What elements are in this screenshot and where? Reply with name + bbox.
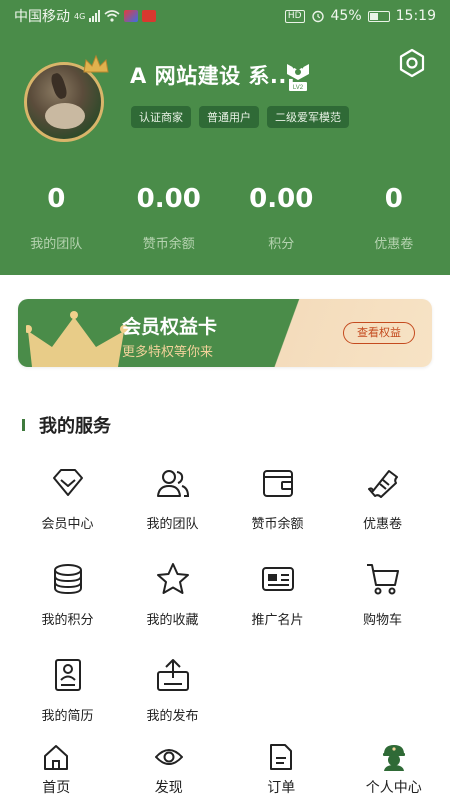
stat-value: 0 <box>384 184 403 214</box>
soldier-icon <box>382 745 405 771</box>
service-label: 推广名片 <box>251 613 304 628</box>
stat-label: 赞币余额 <box>142 237 195 252</box>
settings-gear-icon[interactable] <box>397 48 427 78</box>
services-section-title: 我的服务 <box>22 412 111 438</box>
stat-value: 0.00 <box>136 184 201 214</box>
eye-icon <box>154 749 183 765</box>
tab-profile[interactable]: 个人中心 <box>338 740 450 800</box>
card-title: 会员权益卡 <box>122 316 218 338</box>
service-coin-balance[interactable]: 赞币余额 <box>225 465 330 561</box>
view-benefits-button[interactable]: 查看权益 <box>343 322 415 344</box>
resume-icon <box>54 659 81 691</box>
diamond-icon <box>52 469 83 496</box>
news-app-icon <box>142 10 157 22</box>
tab-orders[interactable]: 订单 <box>225 740 338 800</box>
section-title-text: 我的服务 <box>39 416 111 437</box>
cart-icon <box>366 564 399 595</box>
service-label: 我的团队 <box>146 517 199 532</box>
signal-icon <box>89 10 101 22</box>
upload-icon <box>156 659 189 691</box>
stat-label: 我的团队 <box>30 237 83 252</box>
title-accent-bar <box>22 419 25 431</box>
card-icon <box>261 567 294 591</box>
ticket-icon <box>367 470 398 498</box>
level-badge-icon: LV2 <box>287 63 309 91</box>
wifi-icon <box>104 10 120 22</box>
services-grid: 会员中心 我的团队 赞币余额 优惠卷 我的积分 我的收藏 推广名片 购物车 我的… <box>15 465 435 753</box>
tab-label: 首页 <box>42 780 71 796</box>
tab-home[interactable]: 首页 <box>0 740 113 800</box>
service-my-points[interactable]: 我的积分 <box>15 561 120 657</box>
network-type: 4G <box>74 12 86 21</box>
service-label: 赞币余额 <box>251 517 304 532</box>
tag-model-level2: 二级爱军模范 <box>267 106 349 128</box>
username: A 网站建设 系... <box>130 64 296 88</box>
service-my-favorites[interactable]: 我的收藏 <box>120 561 225 657</box>
tab-label: 个人中心 <box>365 780 422 796</box>
service-label: 我的简历 <box>41 709 94 724</box>
stat-value: 0 <box>47 184 66 214</box>
level-label: LV2 <box>293 85 304 91</box>
stat-value: 0.00 <box>249 184 314 214</box>
service-my-posts[interactable]: 我的发布 <box>120 657 225 753</box>
battery-icon <box>367 10 390 22</box>
home-icon <box>44 745 69 770</box>
tab-discover[interactable]: 发现 <box>113 740 226 800</box>
users-icon <box>156 470 189 497</box>
member-benefits-card[interactable]: 会员权益卡 更多特权等你来 查看权益 <box>18 299 432 367</box>
hd-indicator: HD <box>284 9 305 23</box>
profile-tags: 认证商家 普通用户 二级爱军模范 <box>131 106 349 128</box>
avatar[interactable] <box>24 54 109 146</box>
service-label: 优惠卷 <box>362 517 402 532</box>
tag-regular-user: 普通用户 <box>199 106 259 128</box>
tag-certified-merchant: 认证商家 <box>131 106 191 128</box>
avatar-image <box>24 62 104 142</box>
service-label: 我的收藏 <box>146 613 199 628</box>
carrier-label: 中国移动 <box>14 9 70 25</box>
status-bar: 中国移动 4G HD 45% 15:19 <box>0 0 450 32</box>
service-coupons[interactable]: 优惠卷 <box>330 465 435 561</box>
service-promo-card[interactable]: 推广名片 <box>225 561 330 657</box>
tab-label: 发现 <box>154 780 183 796</box>
stat-label: 优惠卷 <box>374 237 414 252</box>
crown-icon <box>26 311 128 367</box>
service-shopping-cart[interactable]: 购物车 <box>330 561 435 657</box>
clock: 15:19 <box>395 8 436 24</box>
tab-label: 订单 <box>267 780 296 796</box>
service-label: 购物车 <box>362 613 402 628</box>
service-label: 会员中心 <box>41 517 94 532</box>
stat-my-team[interactable]: 0 我的团队 <box>0 184 113 252</box>
stat-coin-balance[interactable]: 0.00 赞币余额 <box>113 184 226 252</box>
stat-points[interactable]: 0.00 积分 <box>225 184 338 252</box>
service-label: 我的发布 <box>146 709 199 724</box>
battery-percent: 45% <box>330 8 362 24</box>
star-icon <box>156 563 189 594</box>
service-my-team[interactable]: 我的团队 <box>120 465 225 561</box>
service-label: 我的积分 <box>41 613 94 628</box>
coins-icon <box>53 564 82 595</box>
stats-row: 0 我的团队 0.00 赞币余额 0.00 积分 0 优惠卷 <box>0 184 450 252</box>
stat-coupons[interactable]: 0 优惠卷 <box>338 184 450 252</box>
crown-icon <box>83 54 109 73</box>
alarm-icon <box>311 10 324 23</box>
document-icon <box>270 744 293 770</box>
wallet-icon <box>262 470 293 497</box>
stat-label: 积分 <box>268 237 295 252</box>
profile-header: A 网站建设 系... LV2 认证商家 普通用户 二级爱军模范 0 我的团队 … <box>0 0 450 275</box>
service-member-center[interactable]: 会员中心 <box>15 465 120 561</box>
service-my-resume[interactable]: 我的简历 <box>15 657 120 753</box>
app-notification-icon <box>124 10 139 22</box>
card-subtitle: 更多特权等你来 <box>122 345 214 360</box>
bottom-tab-bar: 首页 发现 订单 个人中心 <box>0 740 450 800</box>
